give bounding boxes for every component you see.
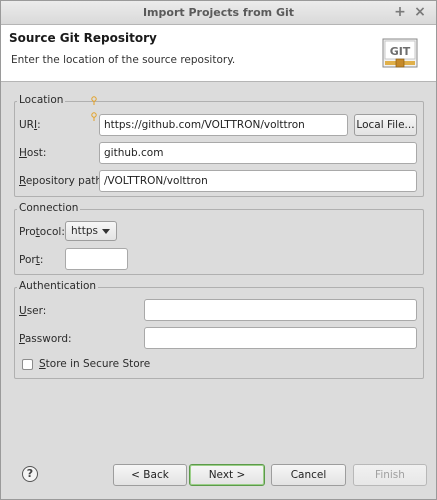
host-label: Host: bbox=[19, 147, 47, 159]
title-bar: Import Projects from Git + × bbox=[1, 1, 436, 25]
repository-path-input[interactable] bbox=[99, 170, 417, 192]
pin-icon[interactable]: + bbox=[391, 1, 409, 25]
secure-store-label[interactable]: Store in Secure Store bbox=[39, 358, 150, 370]
user-input[interactable] bbox=[144, 299, 417, 321]
finish-button[interactable]: Finish bbox=[353, 464, 427, 486]
repository-path-label: Repository path: bbox=[19, 175, 106, 187]
chevron-down-icon bbox=[102, 229, 110, 234]
secure-store-checkbox[interactable] bbox=[22, 359, 33, 370]
uri-label: URI: bbox=[19, 119, 41, 131]
port-input[interactable] bbox=[65, 248, 128, 270]
location-legend: Location bbox=[17, 94, 66, 106]
git-logo-text: GIT bbox=[390, 45, 411, 58]
user-label: User: bbox=[19, 305, 47, 317]
authentication-legend: Authentication bbox=[17, 280, 99, 292]
uri-input[interactable] bbox=[99, 114, 348, 136]
page-description: Enter the location of the source reposit… bbox=[11, 54, 236, 66]
wizard-header: Source Git Repository Enter the location… bbox=[1, 25, 436, 82]
close-icon[interactable]: × bbox=[411, 1, 429, 25]
info-decoration-icon bbox=[91, 112, 97, 121]
protocol-select[interactable]: https bbox=[65, 221, 117, 241]
info-decoration-icon bbox=[91, 96, 97, 105]
window-title: Import Projects from Git bbox=[142, 6, 295, 19]
connection-legend: Connection bbox=[17, 202, 81, 214]
git-logo-icon: GIT bbox=[382, 38, 418, 68]
local-file-button[interactable]: Local File... bbox=[354, 114, 417, 136]
next-button[interactable]: Next > bbox=[189, 464, 265, 486]
password-input[interactable] bbox=[144, 327, 417, 349]
password-label: Password: bbox=[19, 333, 72, 345]
import-git-dialog: Import Projects from Git + × Source Git … bbox=[0, 0, 437, 500]
protocol-label: Protocol: bbox=[19, 226, 65, 238]
cancel-button[interactable]: Cancel bbox=[271, 464, 346, 486]
help-icon[interactable]: ? bbox=[22, 466, 38, 482]
port-label: Port: bbox=[19, 254, 44, 266]
host-input[interactable] bbox=[99, 142, 417, 164]
page-title: Source Git Repository bbox=[9, 31, 157, 45]
protocol-selected-value: https bbox=[71, 225, 99, 237]
back-button[interactable]: < Back bbox=[113, 464, 187, 486]
